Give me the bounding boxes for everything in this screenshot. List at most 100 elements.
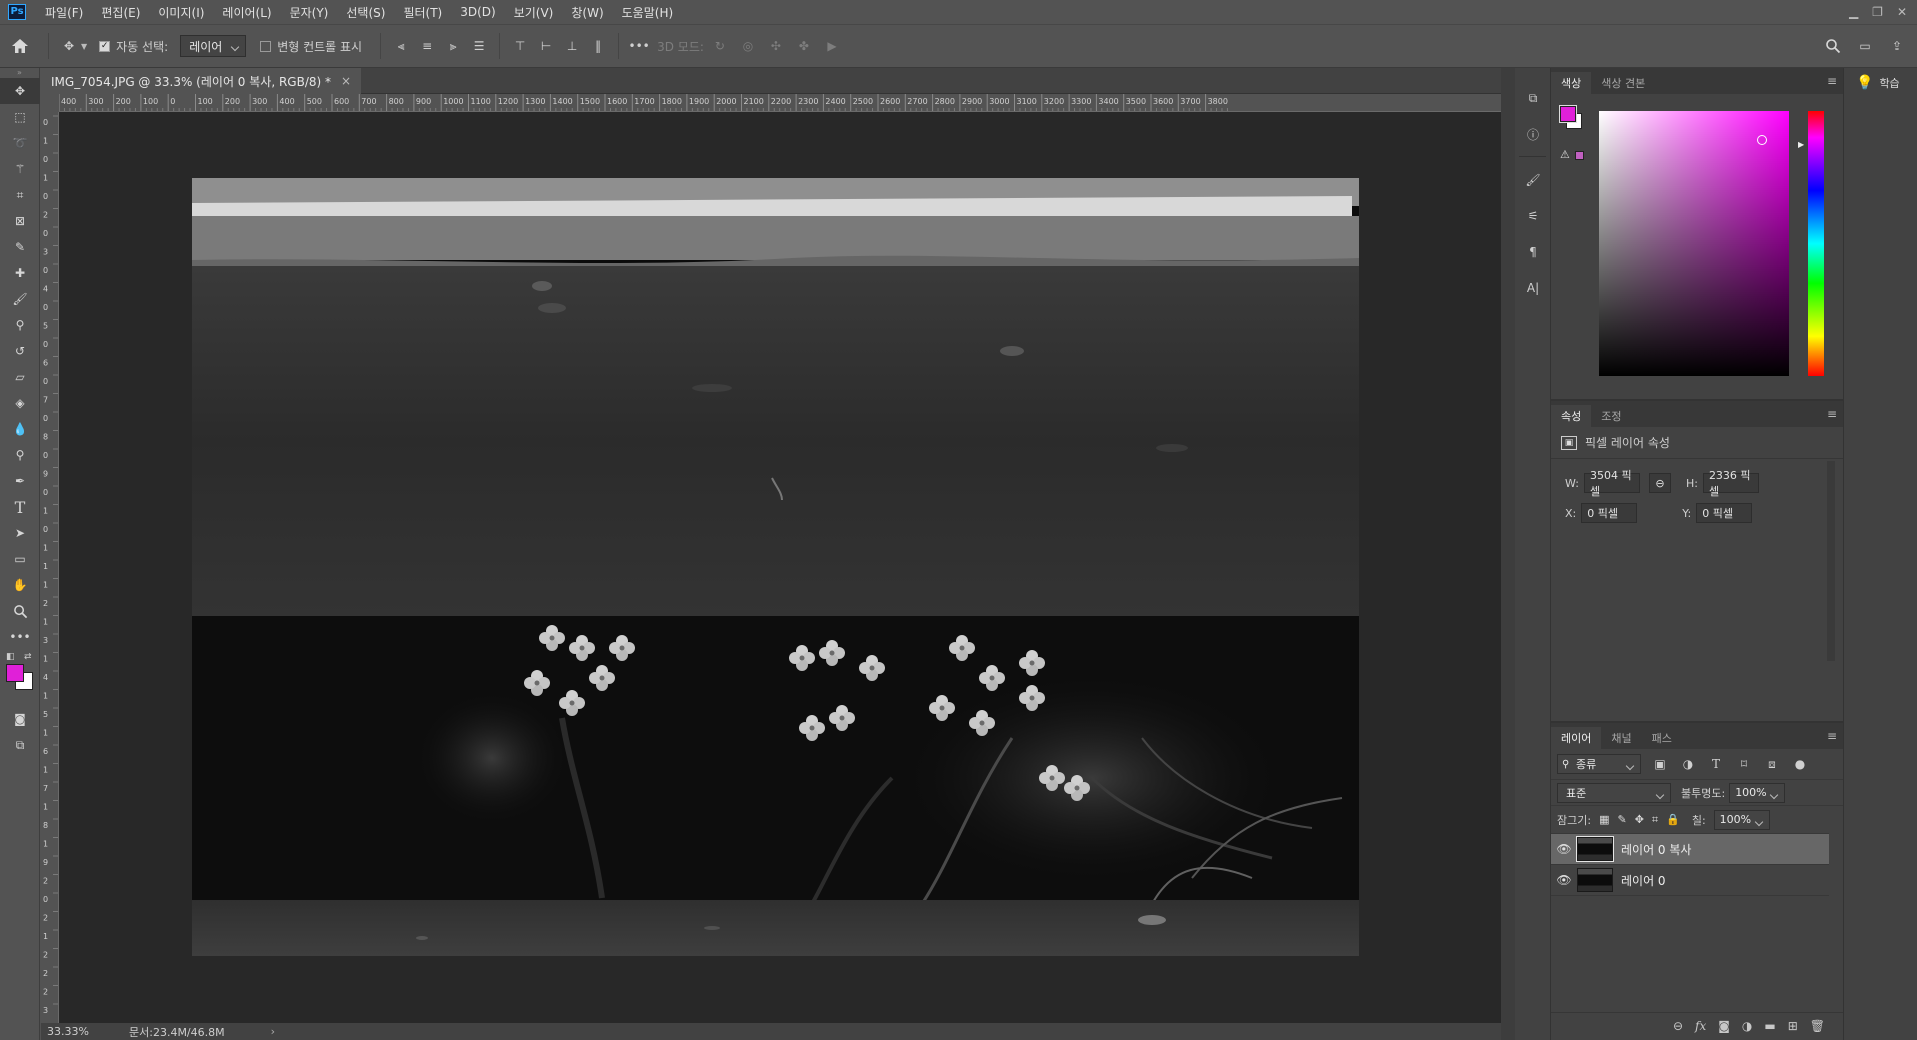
tab-paths[interactable]: 패스 xyxy=(1642,727,1682,749)
panel-menu-icon[interactable]: ≡ xyxy=(1827,408,1837,420)
auto-select-target-dropdown[interactable]: 레이어 xyxy=(180,35,247,57)
align-right-icon[interactable]: ⫸ xyxy=(441,34,465,58)
status-expand-icon[interactable]: › xyxy=(271,1025,275,1038)
blur-tool[interactable]: 💧 xyxy=(0,416,40,442)
shape-tool[interactable]: ▭ xyxy=(0,546,40,572)
menu-select[interactable]: 선택(S) xyxy=(337,4,394,21)
align-bottom-icon[interactable]: ⊥ xyxy=(560,34,584,58)
layer-mask-icon[interactable]: ◙ xyxy=(1718,1019,1730,1033)
layer-row[interactable]: 👁 레이어 0 xyxy=(1551,865,1829,896)
minimize-icon[interactable]: ▁ xyxy=(1849,5,1858,19)
new-group-icon[interactable]: ▬ xyxy=(1764,1019,1775,1033)
eyedropper-tool[interactable]: ✎ xyxy=(0,234,40,260)
filter-shape-icon[interactable]: ⌑ xyxy=(1735,752,1753,776)
height-field[interactable]: 2336 픽셀 xyxy=(1702,469,1759,498)
home-button[interactable] xyxy=(0,25,40,67)
gamut-color-chip[interactable] xyxy=(1575,151,1584,160)
width-field[interactable]: 3504 픽셀 xyxy=(1583,469,1640,498)
lock-image-icon[interactable]: ✎ xyxy=(1617,813,1626,826)
hue-marker-icon[interactable]: ▶ xyxy=(1798,140,1804,149)
dodge-tool[interactable]: ⚲ xyxy=(0,442,40,468)
magic-wand-tool[interactable]: ⚚ xyxy=(0,156,40,182)
menu-image[interactable]: 이미지(I) xyxy=(149,4,213,21)
color-picker-ring[interactable] xyxy=(1757,135,1767,145)
frame-tool[interactable]: ⊠ xyxy=(0,208,40,234)
gamut-warning-icon[interactable]: ⚠ xyxy=(1560,148,1570,161)
close-window-icon[interactable]: ✕ xyxy=(1897,5,1907,19)
marquee-tool[interactable]: ⬚ xyxy=(0,104,40,130)
blend-mode-dropdown[interactable]: 표준 xyxy=(1557,782,1671,803)
panel-menu-icon[interactable]: ≡ xyxy=(1827,730,1837,742)
lock-all-icon[interactable]: 🔒 xyxy=(1666,813,1680,826)
learn-panel-button[interactable]: 💡 학습 xyxy=(1844,68,1917,98)
3d-camera-icon[interactable]: ▶ xyxy=(820,34,844,58)
document-tab[interactable]: IMG_7054.JPG @ 33.3% (레이어 0 복사, RGB/8) *… xyxy=(41,68,362,94)
horizontal-ruler[interactable]: 400 300 200 100 0 100 200 300 400 500 600 700 800 900… xyxy=(59,94,1501,112)
align-center-icon[interactable]: ≡ xyxy=(415,34,439,58)
eraser-tool[interactable]: ▱ xyxy=(0,364,40,390)
tab-color[interactable]: 색상 xyxy=(1551,72,1592,94)
menu-help[interactable]: 도움말(H) xyxy=(613,4,683,21)
3d-slide-icon[interactable]: ✤ xyxy=(792,34,816,58)
lock-transparent-icon[interactable]: ▦ xyxy=(1599,813,1609,826)
toolbar-grip-icon[interactable]: » xyxy=(0,68,39,78)
layer-row[interactable]: 👁 레이어 0 복사 xyxy=(1551,834,1829,865)
saturation-brightness-field[interactable] xyxy=(1599,111,1789,376)
opacity-field[interactable]: 100% xyxy=(1729,782,1786,803)
visibility-eye-icon[interactable]: 👁 xyxy=(1551,873,1577,887)
filter-adjustment-icon[interactable]: ◑ xyxy=(1679,752,1697,776)
tab-channels[interactable]: 채널 xyxy=(1601,727,1641,749)
x-field[interactable]: 0 픽셀 xyxy=(1581,503,1638,523)
align-top-icon[interactable]: ⊤ xyxy=(508,34,532,58)
adjustment-layer-icon[interactable]: ◑ xyxy=(1742,1019,1752,1033)
vertical-ruler[interactable]: 0 1 0 1 0 2 0 3 0 4 0 5 0 6 0 7 0 8 0 9 0 1 0 1 1 1 2 1 3 1 4 1 5 1 6 1 7 1 8 1… xyxy=(41,112,59,1030)
link-layers-icon[interactable]: ⊖ xyxy=(1673,1019,1683,1033)
edit-toolbar[interactable]: ••• xyxy=(0,624,40,650)
new-layer-icon[interactable]: ⊞ xyxy=(1788,1019,1798,1033)
properties-scrollbar[interactable] xyxy=(1827,461,1835,661)
tab-swatches[interactable]: 색상 견본 xyxy=(1591,72,1655,94)
filter-pixel-icon[interactable]: ▣ xyxy=(1651,752,1669,776)
healing-tool[interactable]: ✚ xyxy=(0,260,40,286)
filter-smart-object-icon[interactable]: ⧈ xyxy=(1763,752,1781,776)
panel-collapse-strip[interactable] xyxy=(1501,68,1515,1040)
delete-layer-icon[interactable]: 🗑 xyxy=(1810,1019,1825,1033)
path-selection-tool[interactable]: ➤ xyxy=(0,520,40,546)
paragraph-panel-button[interactable]: ¶ xyxy=(1515,234,1551,270)
move-tool-preset[interactable]: ✥ ▼ xyxy=(57,25,87,67)
brush-settings-button[interactable]: 🖌 xyxy=(1515,162,1551,198)
tab-properties[interactable]: 속성 xyxy=(1551,405,1592,427)
menu-layer[interactable]: 레이어(L) xyxy=(213,4,280,21)
link-icon[interactable]: ⊖ xyxy=(1648,473,1671,493)
transform-controls-checkbox[interactable]: 변형 컨트롤 표시 xyxy=(260,25,362,67)
close-tab-icon[interactable]: × xyxy=(341,74,351,88)
filter-type-icon[interactable]: T xyxy=(1707,752,1725,776)
filter-kind-dropdown[interactable]: ⚲ 종류 xyxy=(1557,754,1641,774)
crop-tool[interactable]: ⌗ xyxy=(0,182,40,208)
3d-pan-icon[interactable]: ✣ xyxy=(764,34,788,58)
workspace-icon[interactable]: ▭ xyxy=(1853,34,1877,58)
distribute-vertical-icon[interactable]: ‖ xyxy=(586,34,610,58)
default-colors-icon[interactable]: ◧ xyxy=(6,652,15,662)
image-canvas[interactable] xyxy=(192,178,1359,956)
fg-color-chip[interactable] xyxy=(1559,105,1577,123)
menu-view[interactable]: 보기(V) xyxy=(505,4,563,21)
layer-style-icon[interactable]: fx xyxy=(1695,1019,1706,1033)
menu-file[interactable]: 파일(F) xyxy=(36,4,92,21)
align-left-icon[interactable]: ⫷ xyxy=(389,34,413,58)
info-panel-button[interactable]: ⓘ xyxy=(1515,116,1551,152)
search-icon[interactable] xyxy=(1821,34,1845,58)
brush-tool[interactable]: 🖌 xyxy=(0,286,40,312)
fill-field[interactable]: 100% xyxy=(1713,809,1770,830)
filter-toggle-icon[interactable]: ● xyxy=(1791,752,1809,776)
auto-select-checkbox[interactable]: ✓ 자동 선택: xyxy=(99,25,168,67)
distribute-icon[interactable]: ☰ xyxy=(467,34,491,58)
visibility-eye-icon[interactable]: 👁 xyxy=(1551,842,1577,856)
hand-tool[interactable]: ✋ xyxy=(0,572,40,598)
y-field[interactable]: 0 픽셀 xyxy=(1696,503,1753,523)
character-panel-button[interactable]: A| xyxy=(1515,270,1551,306)
swap-colors-icon[interactable]: ⇄ xyxy=(24,652,32,662)
hue-slider[interactable] xyxy=(1808,111,1824,376)
share-icon[interactable]: ⇪ xyxy=(1885,34,1909,58)
more-options-icon[interactable]: ••• xyxy=(627,34,651,58)
